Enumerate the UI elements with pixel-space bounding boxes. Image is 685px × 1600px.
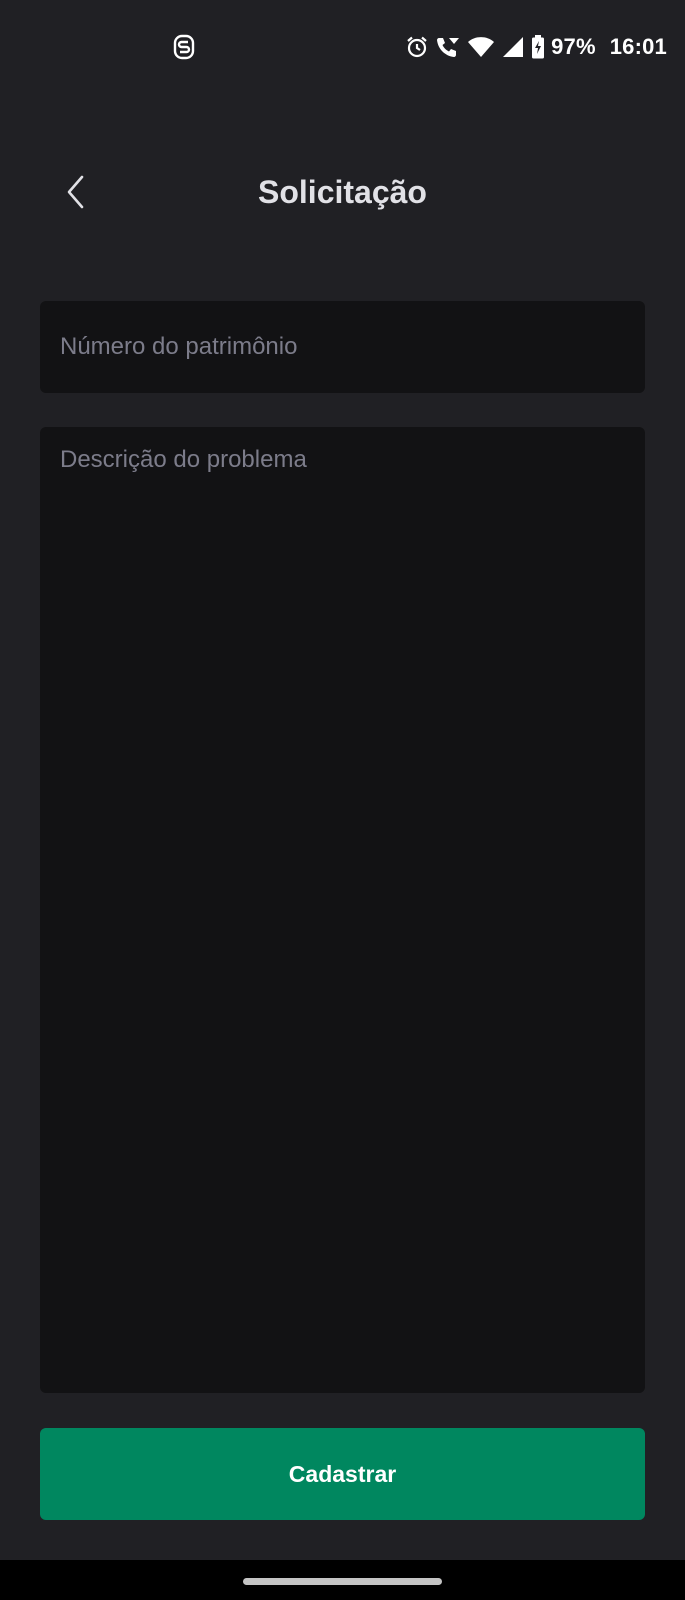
alarm-icon <box>405 35 429 59</box>
wifi-icon <box>467 35 495 59</box>
status-icons: 97% 16:01 <box>405 32 667 62</box>
battery-charging-icon <box>531 35 545 59</box>
status-clock: 16:01 <box>609 34 667 59</box>
wifi-call-icon <box>435 35 461 59</box>
home-indicator[interactable] <box>243 1578 442 1585</box>
signal-icon <box>501 35 525 59</box>
page-title: Solicitação <box>258 174 427 210</box>
app-screen: 97% 16:01 Solicitação Cadastrar <box>0 0 685 1600</box>
navigation-bar <box>0 1560 685 1600</box>
problem-description-input[interactable] <box>40 427 645 1393</box>
header: Solicitação <box>0 160 685 230</box>
register-button[interactable]: Cadastrar <box>40 1428 645 1520</box>
patrimony-number-input[interactable] <box>40 301 645 393</box>
status-bar: 97% 16:01 <box>0 0 685 92</box>
battery-percentage: 97% <box>551 34 596 59</box>
notification-s-icon <box>172 34 196 60</box>
